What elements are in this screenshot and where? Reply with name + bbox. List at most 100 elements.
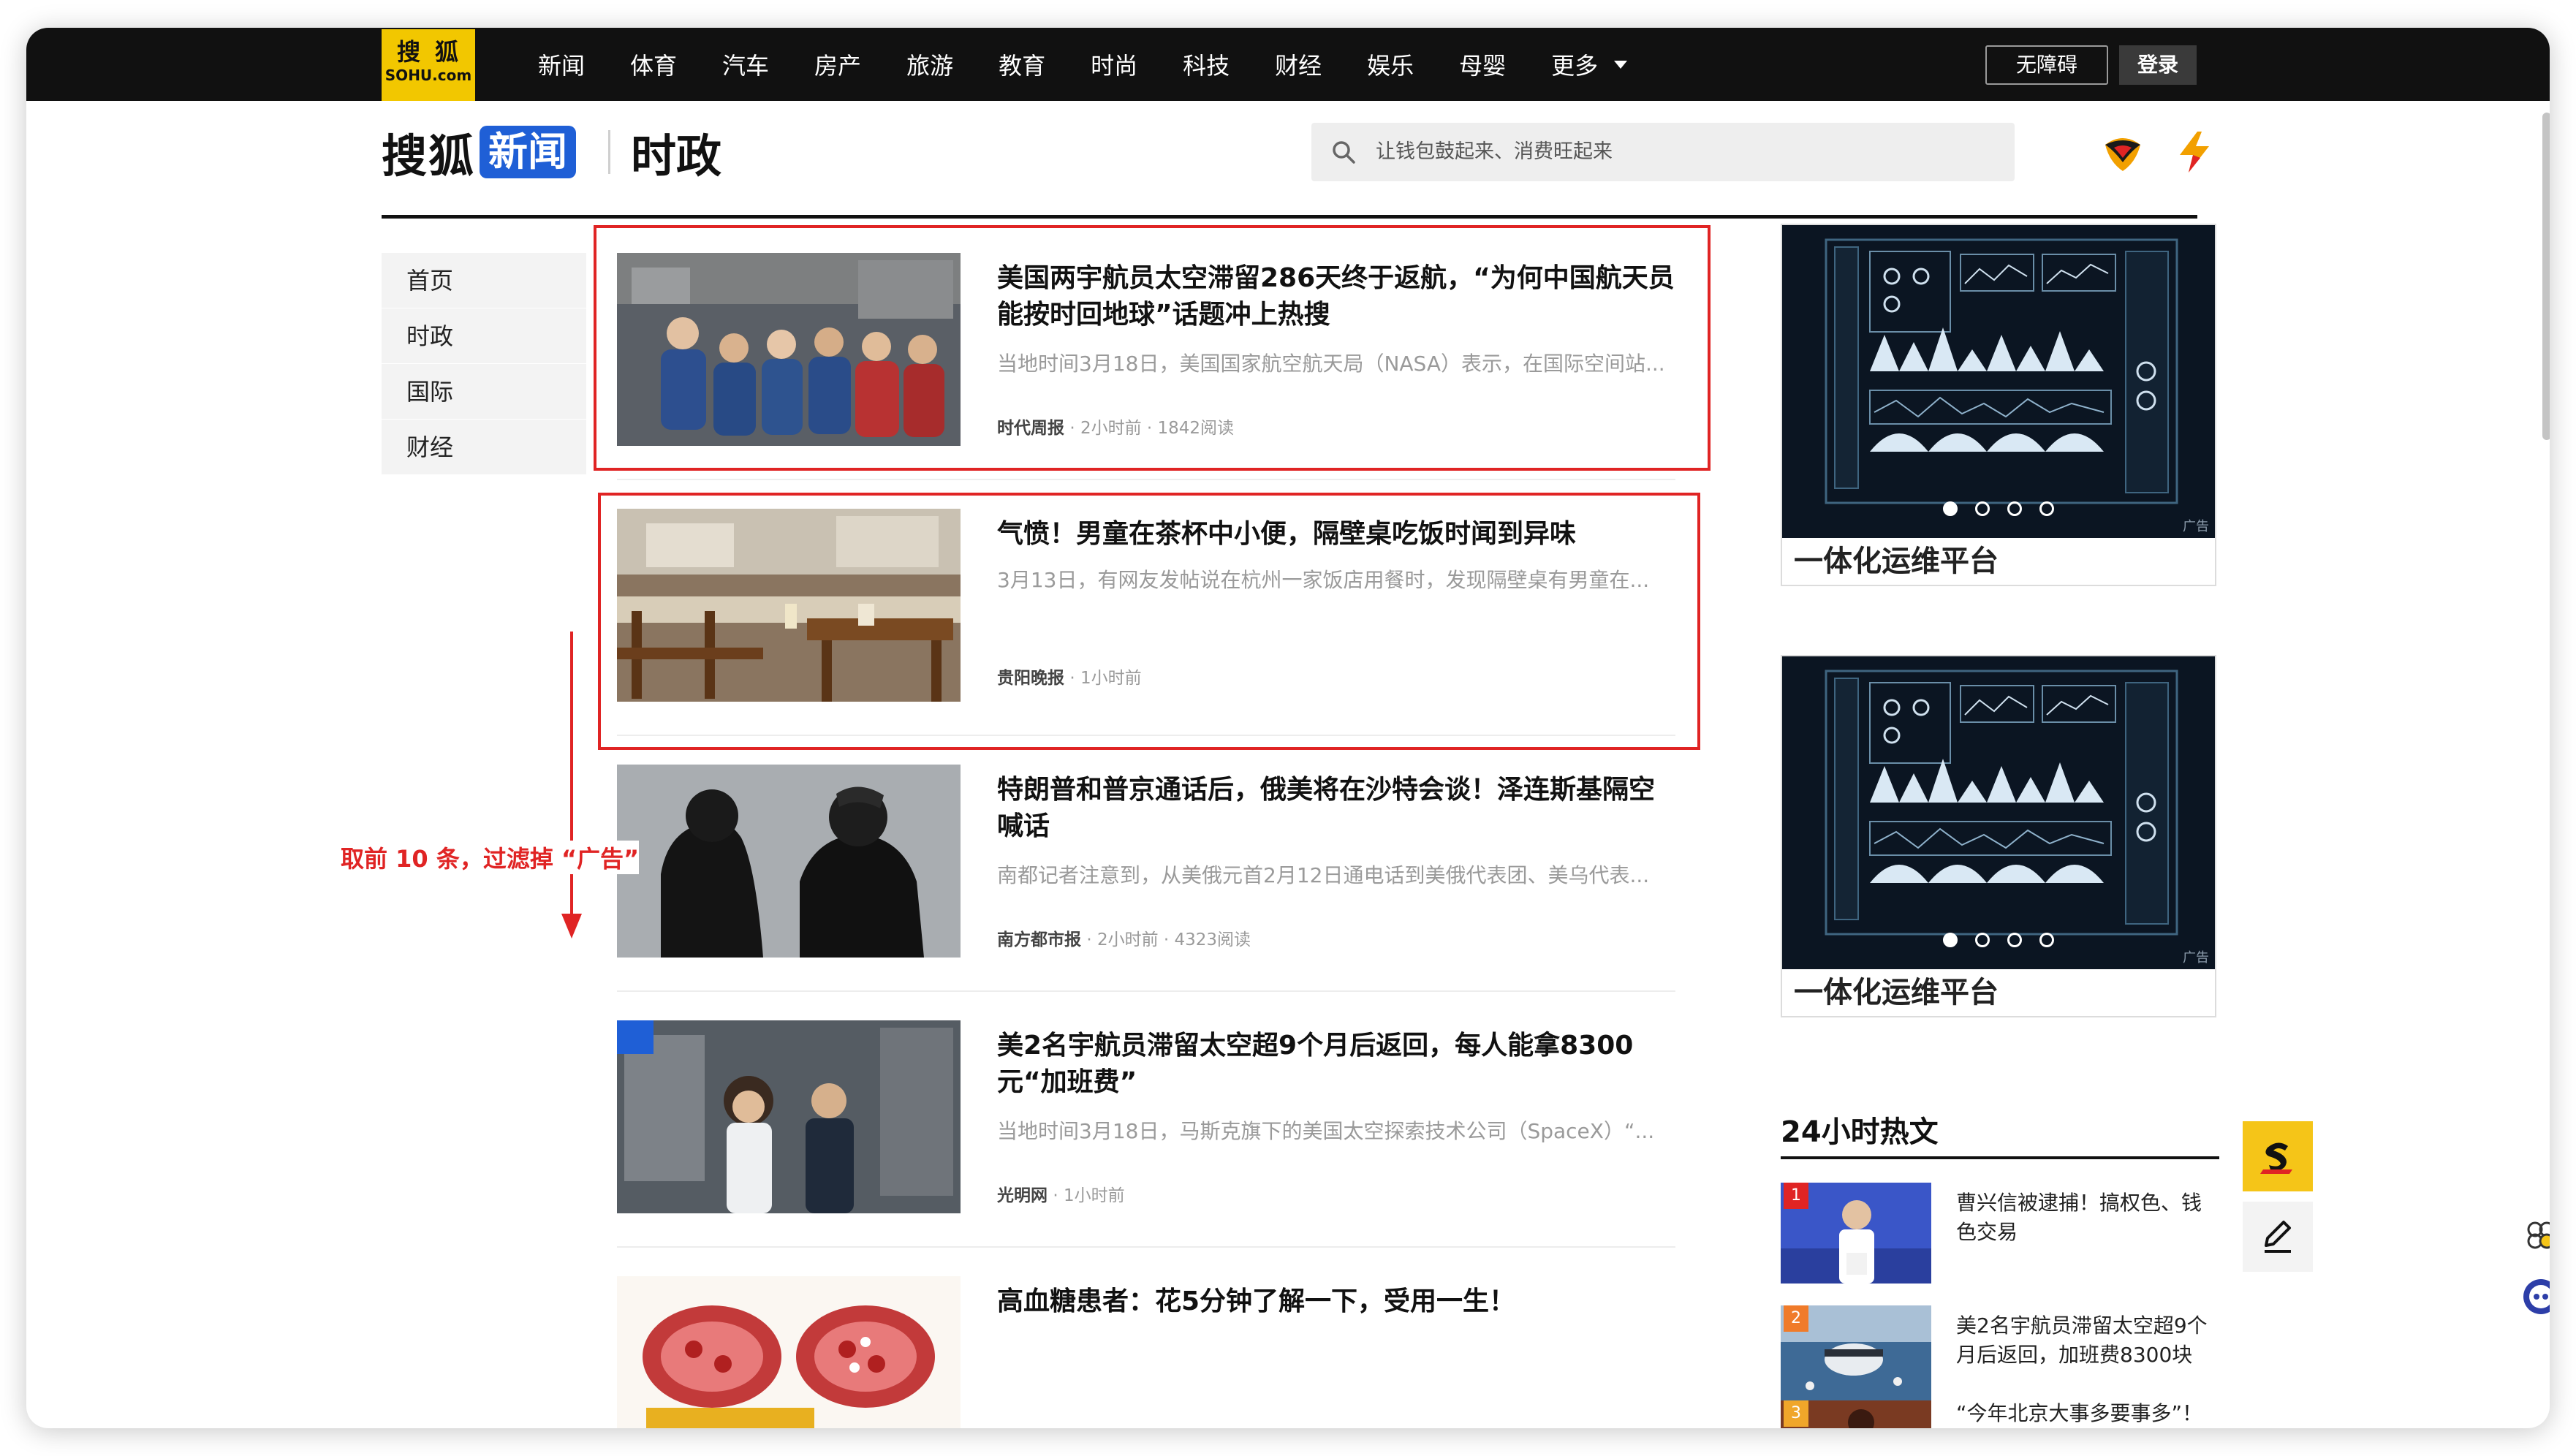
login-button[interactable]: 登录: [2119, 45, 2197, 85]
news-time: 2小时前: [1096, 930, 1159, 949]
nav-item-education[interactable]: 教育: [999, 48, 1045, 81]
ad-label[interactable]: 广告: [2183, 516, 2209, 535]
hot-rank-badge: 1: [1784, 1183, 1808, 1209]
nav-more-dropdown[interactable]: 更多: [1551, 48, 1628, 81]
sohu-s-button[interactable]: [2243, 1121, 2313, 1191]
sohu-emblem-icon[interactable]: [2099, 129, 2146, 175]
hot-rank-badge: 3: [1784, 1400, 1808, 1427]
news-card[interactable]: 特朗普和普京通话后，俄美将在沙特会谈！泽连斯基隔空喊话 南都记者注意到，从美俄元…: [617, 765, 1675, 962]
hot-section-divider: [1781, 1156, 2219, 1159]
news-card[interactable]: 高血糖患者：花5分钟了解一下，受用一生！: [617, 1276, 1675, 1428]
carousel-dot[interactable]: [1975, 501, 1990, 516]
left-menu-item-finance[interactable]: 财经: [382, 420, 586, 475]
news-meta: 南方都市报 · 2小时前 · 4323阅读: [997, 925, 1251, 950]
nav-item-entertainment[interactable]: 娱乐: [1367, 48, 1414, 81]
hot-title[interactable]: 美2名宇航员滞留太空超9个月后返回，加班费8300块: [1956, 1311, 2219, 1370]
carousel-dot[interactable]: [1975, 933, 1990, 947]
news-card[interactable]: 美2名宇航员滞留太空超9个月后返回，每人能拿8300元“加班费” 当地时间3月1…: [617, 1020, 1675, 1218]
page-brand: 搜狐 新闻 时政: [382, 123, 721, 183]
hot-list-item[interactable]: 3 “今年北京大事多要事多”！: [1781, 1400, 2219, 1428]
hot-title[interactable]: 曹兴信被逮捕！搞权色、钱色交易: [1956, 1188, 2219, 1247]
hot-title[interactable]: “今年北京大事多要事多”！: [1956, 1399, 2219, 1428]
news-time: 1小时前: [1063, 1186, 1125, 1205]
ad-carousel-dots[interactable]: [1782, 933, 2215, 947]
channel-nav: 新闻 体育 汽车 房产 旅游 教育 时尚 科技 财经 娱乐 母婴 更多: [538, 28, 1628, 101]
feed-divider: [617, 1246, 1675, 1248]
ad-image[interactable]: [1782, 225, 2215, 538]
nav-item-tech[interactable]: 科技: [1183, 48, 1230, 81]
nav-item-finance[interactable]: 财经: [1275, 48, 1322, 81]
news-source[interactable]: 光明网: [997, 1186, 1048, 1205]
ad-card[interactable]: 广告 一体化运维平台: [1781, 224, 2216, 586]
search-placeholder: 让钱包鼓起来、消费旺起来: [1376, 140, 1613, 163]
write-button[interactable]: [2243, 1202, 2313, 1272]
nav-more-label: 更多: [1551, 52, 1599, 80]
carousel-dot[interactable]: [2039, 933, 2054, 947]
hot-section-title: 24小时热文: [1781, 1115, 1939, 1149]
carousel-dot[interactable]: [2039, 501, 2054, 516]
hot-list-item[interactable]: 2 美2名宇航员滞留太空超9个月后返回，加班费8300块: [1781, 1305, 2219, 1408]
carousel-dot[interactable]: [2007, 501, 2022, 516]
left-menu-item-home[interactable]: 首页: [382, 253, 586, 308]
news-summary: 当地时间3月18日，马斯克旗下的美国太空探索技术公司（SpaceX）“...: [997, 1119, 1655, 1143]
meta-dot: ·: [1053, 1186, 1064, 1205]
news-thumbnail[interactable]: [617, 765, 961, 958]
ad-card[interactable]: 广告 一体化运维平台: [1781, 655, 2216, 1017]
news-thumbnail[interactable]: [617, 1276, 961, 1428]
carousel-dot[interactable]: [1943, 501, 1958, 516]
accessibility-button[interactable]: 无障碍: [1985, 45, 2108, 85]
nav-item-sports[interactable]: 体育: [630, 48, 677, 81]
logo-chinese: 搜狐: [396, 38, 473, 66]
left-menu: 首页 时政 国际 财经: [382, 253, 586, 475]
scrollbar-thumb[interactable]: [2542, 113, 2550, 440]
ad-carousel-dots[interactable]: [1782, 501, 2215, 516]
annotation-text: 取前 10 条，过滤掉 “广告”: [341, 841, 640, 874]
news-title[interactable]: 美2名宇航员滞留太空超9个月后返回，每人能拿8300元“加班费”: [997, 1028, 1675, 1101]
meta-dot: ·: [1163, 930, 1175, 949]
brand-sohu[interactable]: 搜狐: [382, 119, 475, 185]
news-thumbnail[interactable]: [617, 1020, 961, 1213]
lightning-icon[interactable]: [2171, 129, 2218, 175]
header-divider: [382, 215, 2197, 219]
meta-dot: ·: [1086, 930, 1097, 949]
brand-divider: [608, 130, 611, 174]
ad-caption[interactable]: 一体化运维平台: [1794, 969, 1999, 1016]
news-title[interactable]: 特朗普和普京通话后，俄美将在沙特会谈！泽连斯基隔空喊话: [997, 772, 1675, 845]
left-menu-item-politics[interactable]: 时政: [382, 308, 586, 364]
sohu-s-icon: [2260, 1142, 2292, 1174]
news-title[interactable]: 高血糖患者：花5分钟了解一下，受用一生！: [997, 1284, 1675, 1320]
nav-item-travel[interactable]: 旅游: [906, 48, 953, 81]
nav-item-parenting[interactable]: 母婴: [1459, 48, 1506, 81]
hot-list-item[interactable]: 1 曹兴信被逮捕！搞权色、钱色交易: [1781, 1183, 2219, 1285]
nav-item-auto[interactable]: 汽车: [722, 48, 769, 81]
news-summary: 南都记者注意到，从美俄元首2月12日通电话到美俄代表团、美乌代表...: [997, 863, 1650, 887]
news-source[interactable]: 南方都市报: [997, 930, 1081, 949]
news-reads: 4323阅读: [1174, 930, 1251, 949]
news-meta: 光明网 · 1小时前: [997, 1181, 1125, 1206]
logo-domain: SOHU.com: [384, 67, 472, 84]
carousel-dot[interactable]: [2007, 933, 2022, 947]
browser-window: 搜狐 SOHU.com 新闻 体育 汽车 房产 旅游 教育 时尚 科技 财经 娱…: [26, 28, 2550, 1428]
feed-divider: [617, 990, 1675, 992]
nav-item-news[interactable]: 新闻: [538, 48, 585, 81]
brand-news-badge[interactable]: 新闻: [480, 126, 577, 178]
feed-divider: [617, 479, 1675, 480]
carousel-dot[interactable]: [1943, 933, 1958, 947]
sohu-logo[interactable]: 搜狐 SOHU.com: [382, 29, 475, 101]
down-arrow-icon: [561, 632, 582, 939]
edit-icon: [2265, 1221, 2291, 1253]
ad-image[interactable]: [1782, 656, 2215, 969]
highlight-box: [598, 493, 1700, 750]
search-icon[interactable]: [1330, 139, 1357, 165]
ad-label[interactable]: 广告: [2183, 947, 2209, 966]
search-input[interactable]: 让钱包鼓起来、消费旺起来: [1311, 123, 2015, 181]
left-menu-item-international[interactable]: 国际: [382, 364, 586, 420]
ad-caption[interactable]: 一体化运维平台: [1794, 538, 1999, 585]
highlight-box: [594, 225, 1711, 471]
chevron-down-icon: [1614, 60, 1628, 69]
top-nav-bar: 搜狐 SOHU.com 新闻 体育 汽车 房产 旅游 教育 时尚 科技 财经 娱…: [26, 28, 2550, 101]
section-title: 时政: [631, 129, 722, 183]
nav-item-realestate[interactable]: 房产: [814, 48, 861, 81]
hot-rank-badge: 2: [1784, 1305, 1808, 1332]
nav-item-fashion[interactable]: 时尚: [1091, 48, 1137, 81]
